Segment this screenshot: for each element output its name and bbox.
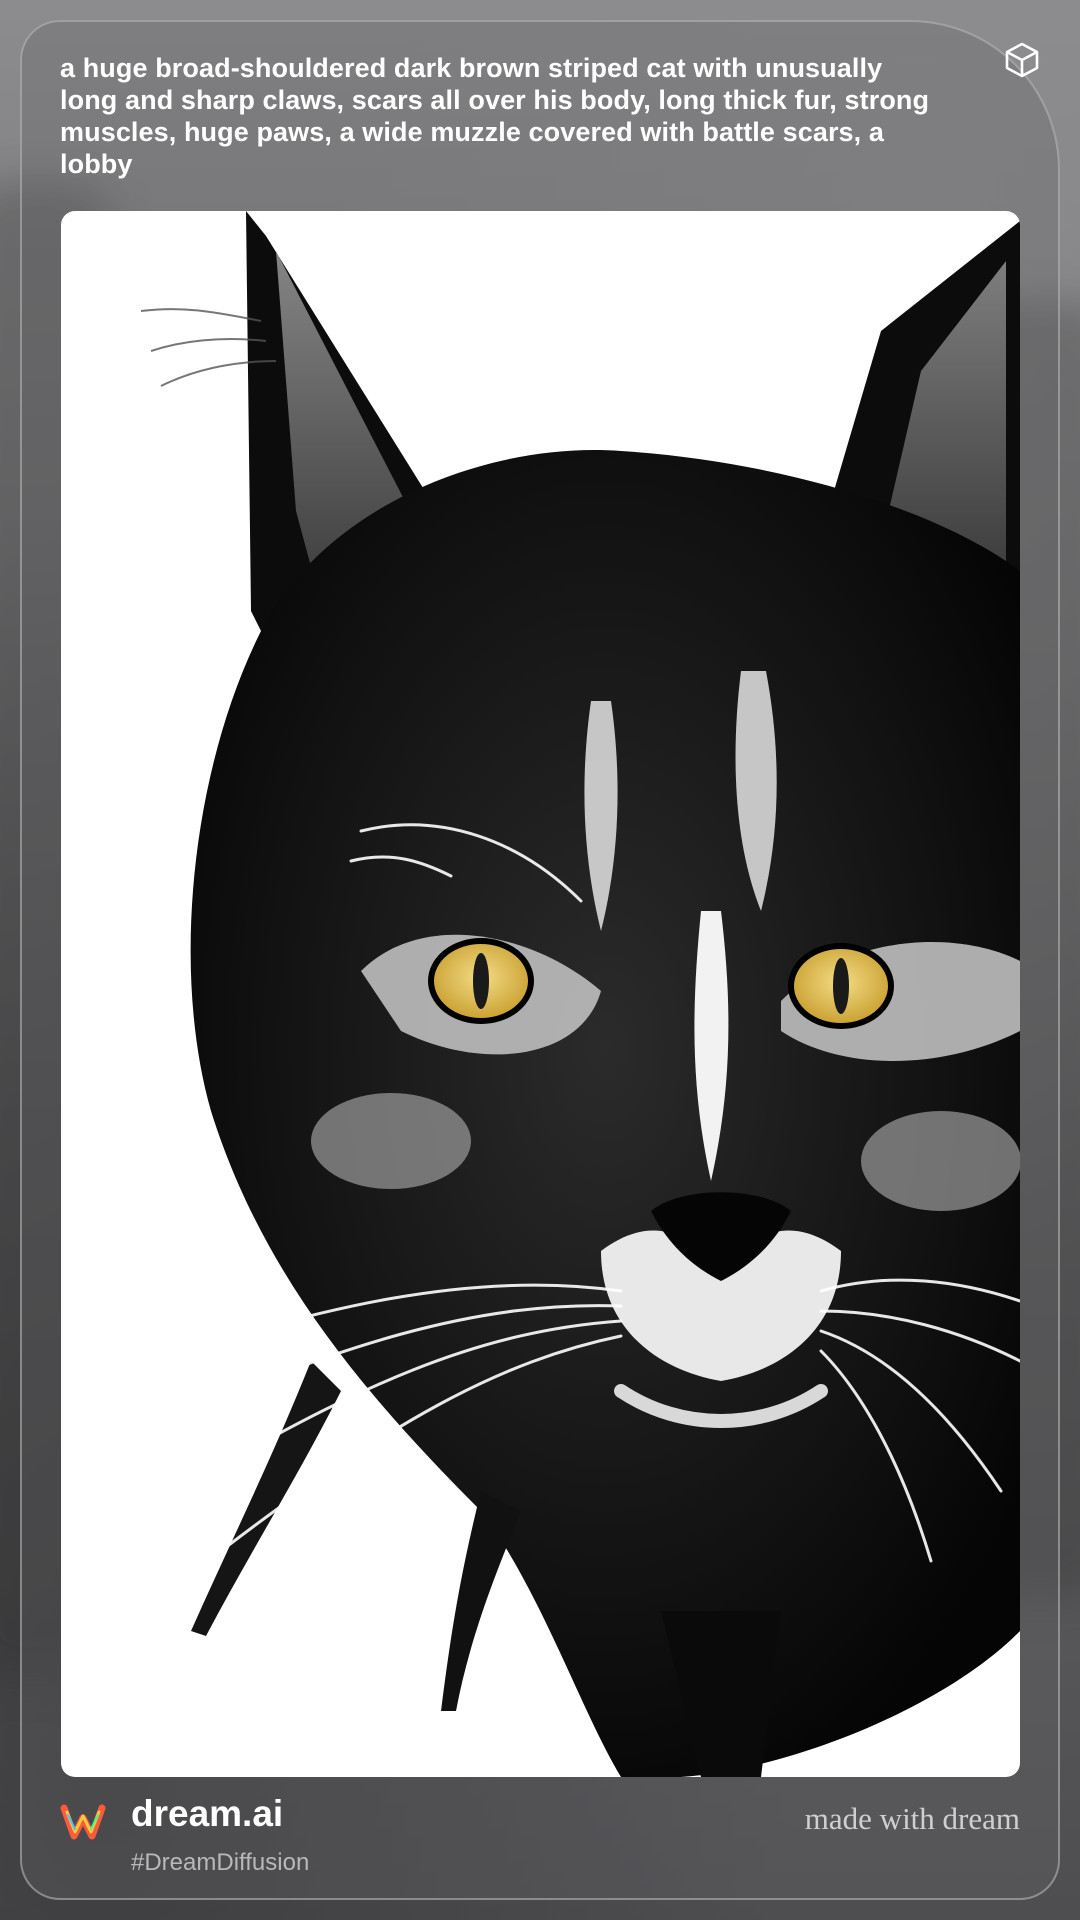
brand-name[interactable]: dream.ai [131, 1792, 283, 1836]
generated-image[interactable] [61, 211, 1020, 1777]
prompt-text: a huge broad-shouldered dark brown strip… [60, 53, 930, 179]
head [190, 450, 1020, 1777]
hashtag[interactable]: #DreamDiffusion [131, 1848, 309, 1878]
cat-illustration [99, 211, 1020, 1777]
dream-logo-icon[interactable] [60, 1798, 106, 1844]
tagline: made with dream [804, 1801, 1020, 1836]
cube-icon[interactable] [1002, 40, 1042, 80]
footer: dream.ai #DreamDiffusion made with dream [20, 1778, 1060, 1900]
